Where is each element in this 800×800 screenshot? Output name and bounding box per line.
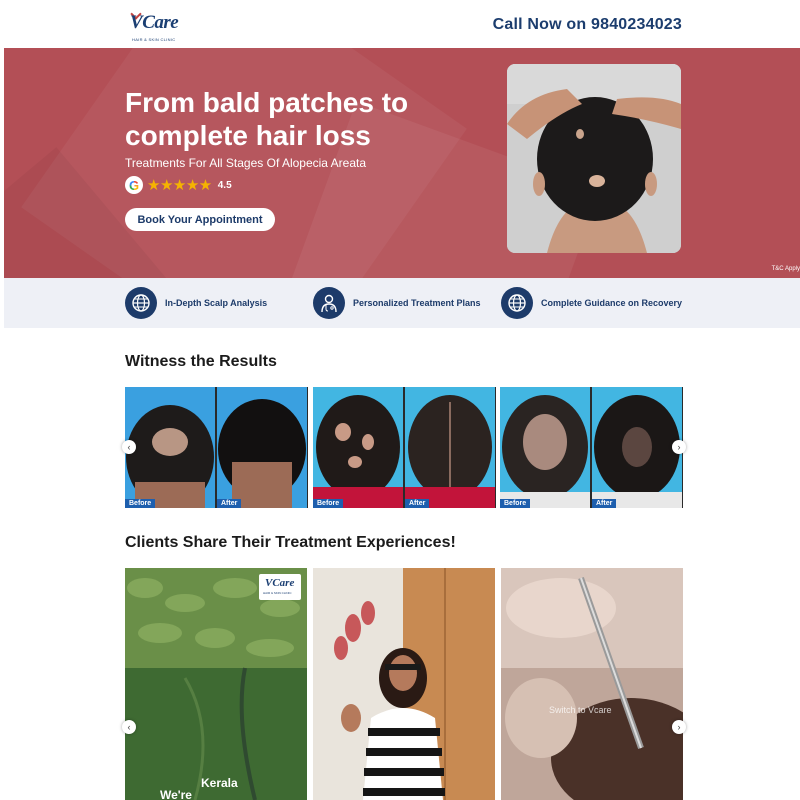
carousel-next-button[interactable]: › [672,720,686,734]
after-photo: After [405,387,495,508]
testimonial-video[interactable] [313,568,495,800]
result-card[interactable]: Before After [313,387,496,508]
features-bar: In-Depth Scalp Analysis Personalized Tre… [4,278,800,328]
results-carousel: Before After Before After Before After ‹… [122,387,686,508]
video-caption: Kerala [201,776,238,790]
testimonials-carousel: VCare HAIR & SKIN CLINIC Kerala We're Sw… [122,568,686,800]
vcare-logo: VCare HAIR & SKIN CLINIC [259,574,301,600]
before-label: Before [500,499,531,508]
rating-stars: ★★★★★ [147,177,212,194]
rating-value: 4.5 [217,179,232,191]
carousel-next-button[interactable]: › [672,440,686,454]
before-label: Before [125,499,156,508]
testimonial-video[interactable]: Switch to Vcare [501,568,683,800]
feature-scalp-analysis: In-Depth Scalp Analysis [125,286,267,320]
book-appointment-button[interactable]: Book Your Appointment [125,208,275,231]
globe-icon [501,287,533,319]
testimonial-video[interactable]: VCare HAIR & SKIN CLINIC Kerala We're [125,568,307,800]
feature-label: In-Depth Scalp Analysis [165,298,268,308]
hero-title: From bald patches to complete hair loss [125,87,409,151]
carousel-prev-button[interactable]: ‹ [122,440,136,454]
after-label: After [592,499,617,508]
after-photo: After [592,387,682,508]
logo-subtitle: HAIR & SKIN CLINIC [132,37,176,42]
after-label: After [405,499,430,508]
vcare-logo[interactable]: VCare HAIR & SKIN CLINIC [128,8,179,44]
feature-label: Personalized Treatment Plans [353,298,481,308]
video-overlay-text: Switch to Vcare [549,705,612,715]
after-photo: After [217,387,307,508]
call-now-link[interactable]: Call Now on 9840234023 [493,16,682,34]
feature-recovery-guidance: Complete Guidance on Recovery [501,286,682,320]
hero-subtitle: Treatments For All Stages Of Alopecia Ar… [125,156,367,170]
site-header: VCare HAIR & SKIN CLINIC Call Now on 984… [4,4,800,48]
results-section-title: Witness the Results [125,353,277,370]
before-photo: Before [313,387,403,508]
globe-icon [125,287,157,319]
before-photo: Before [125,387,215,508]
before-photo: Before [500,387,590,508]
before-label: Before [313,499,344,508]
doctor-icon [313,287,345,319]
feature-label: Complete Guidance on Recovery [541,298,683,308]
result-card[interactable]: Before After [500,387,683,508]
testimonials-section-title: Clients Share Their Treatment Experience… [125,534,456,551]
google-icon: G [125,176,143,194]
terms-note: T&C Apply [771,266,800,272]
video-caption: We're [160,788,192,800]
result-card[interactable]: Before After [125,387,308,508]
carousel-prev-button[interactable]: ‹ [122,720,136,734]
hero-banner: From bald patches to complete hair loss … [4,48,800,278]
feature-treatment-plans: Personalized Treatment Plans [313,286,481,320]
google-rating: G ★★★★★ 4.5 [125,176,232,194]
hero-patient-photo [507,64,681,253]
after-label: After [217,499,242,508]
